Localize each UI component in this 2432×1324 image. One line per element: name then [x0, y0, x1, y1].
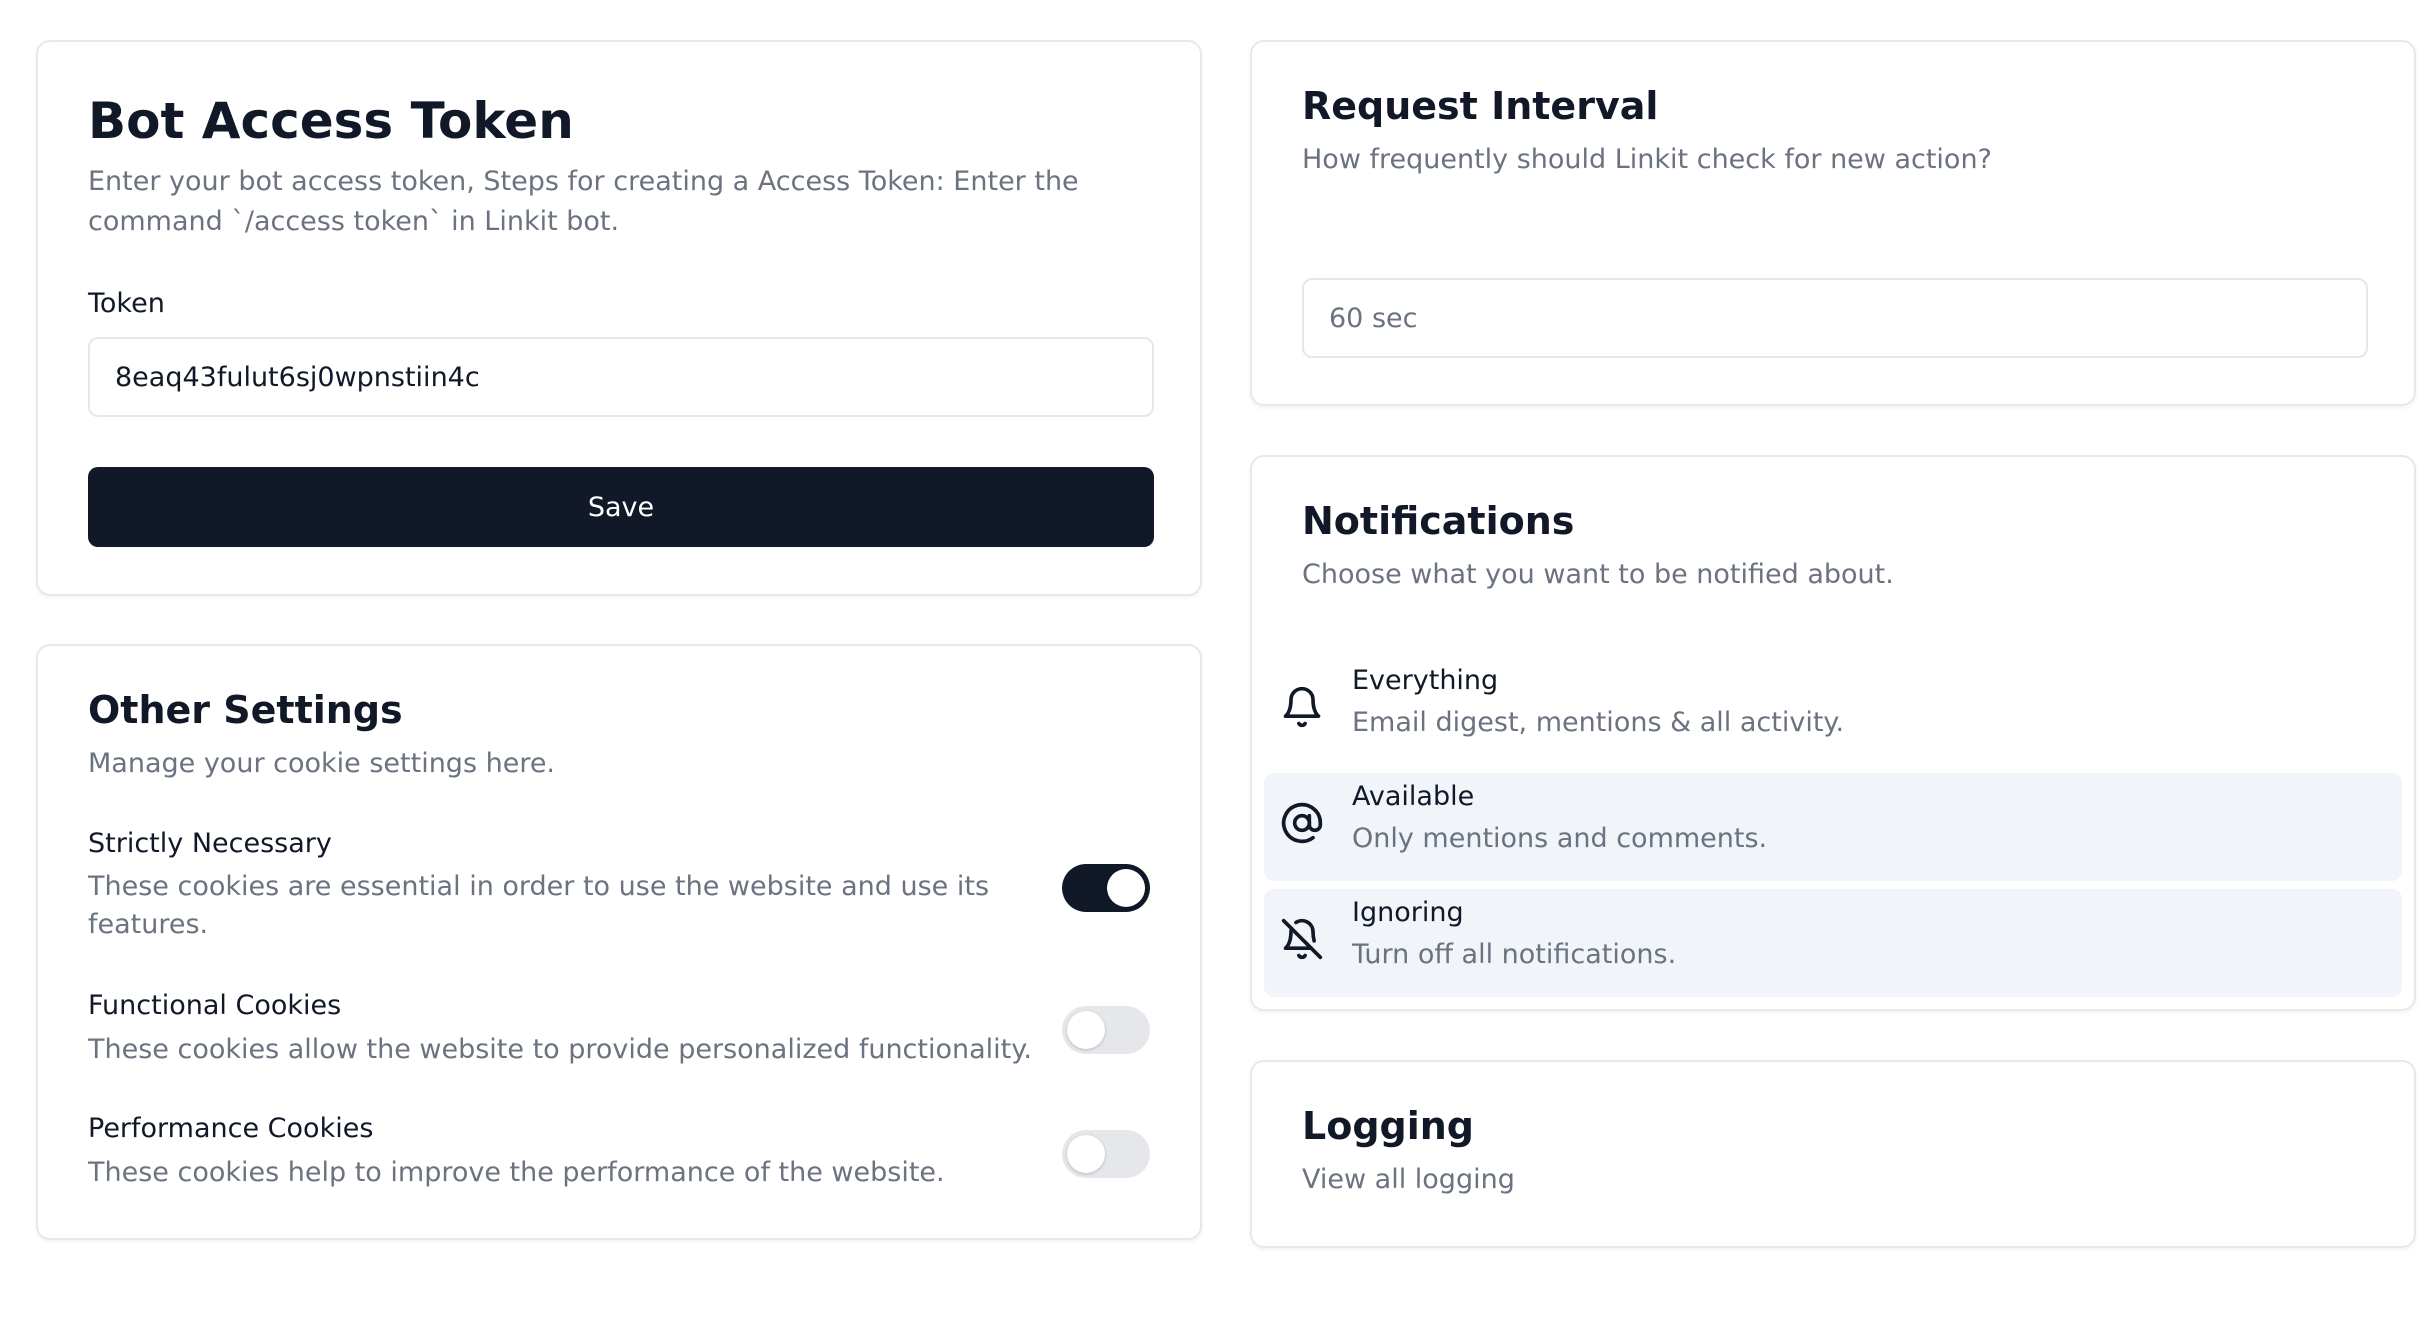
notifications-card: Notifications Choose what you want to be… [1250, 455, 2416, 1011]
bot-access-token-description: Enter your bot access token, Steps for c… [88, 166, 1079, 237]
other-settings-description: Manage your cookie settings here. [88, 748, 556, 779]
bell-off-icon [1281, 918, 1323, 960]
toggle-knob [1067, 1135, 1105, 1173]
token-label: Token [88, 288, 165, 319]
other-settings-card: Other Settings Manage your cookie settin… [36, 644, 1202, 1240]
toggle-knob [1107, 869, 1145, 907]
cookie-item-title: Strictly Necessary [88, 828, 332, 859]
notifications-description: Choose what you want to be notified abou… [1302, 559, 1894, 590]
notification-option-ignoring[interactable]: Ignoring Turn off all notifications. [1264, 889, 2402, 997]
functional-cookies-toggle[interactable] [1062, 1006, 1150, 1054]
cookie-item-description: These cookies help to improve the perfor… [88, 1157, 945, 1188]
at-sign-icon [1281, 802, 1323, 844]
request-interval-card: Request Interval How frequently should L… [1250, 40, 2416, 406]
logging-title: Logging [1302, 1104, 1475, 1148]
save-button[interactable]: Save [88, 467, 1154, 547]
bot-access-token-title: Bot Access Token [88, 92, 574, 150]
notification-option-title: Everything [1352, 665, 1499, 696]
cookie-item-description: These cookies allow the website to provi… [88, 1034, 1032, 1065]
notification-option-title: Ignoring [1352, 897, 1464, 928]
performance-cookies-toggle[interactable] [1062, 1130, 1150, 1178]
notification-option-available[interactable]: Available Only mentions and comments. [1264, 773, 2402, 881]
notification-option-everything[interactable]: Everything Email digest, mentions & all … [1264, 657, 2402, 765]
bell-icon [1283, 686, 1321, 728]
request-interval-input[interactable]: 60 sec [1302, 278, 2368, 358]
other-settings-title: Other Settings [88, 688, 403, 732]
notification-option-description: Turn off all notifications. [1352, 939, 1677, 970]
notifications-title: Notifications [1302, 499, 1575, 543]
bot-access-token-card: Bot Access Token Enter your bot access t… [36, 40, 1202, 596]
logging-card[interactable]: Logging View all logging [1250, 1060, 2416, 1248]
cookie-item-description: These cookies are essential in order to … [88, 871, 990, 940]
notification-option-description: Email digest, mentions & all activity. [1352, 707, 1845, 738]
notification-option-description: Only mentions and comments. [1352, 823, 1768, 854]
token-input[interactable]: 8eaq43fulut6sj0wpnstiin4c [88, 337, 1154, 417]
cookie-item-title: Functional Cookies [88, 990, 342, 1021]
toggle-knob [1067, 1011, 1105, 1049]
request-interval-title: Request Interval [1302, 84, 1659, 128]
strictly-necessary-toggle[interactable] [1062, 864, 1150, 912]
request-interval-description: How frequently should Linkit check for n… [1302, 144, 1992, 175]
cookie-item-title: Performance Cookies [88, 1113, 374, 1144]
logging-description: View all logging [1302, 1164, 1515, 1195]
notification-option-title: Available [1352, 781, 1475, 812]
